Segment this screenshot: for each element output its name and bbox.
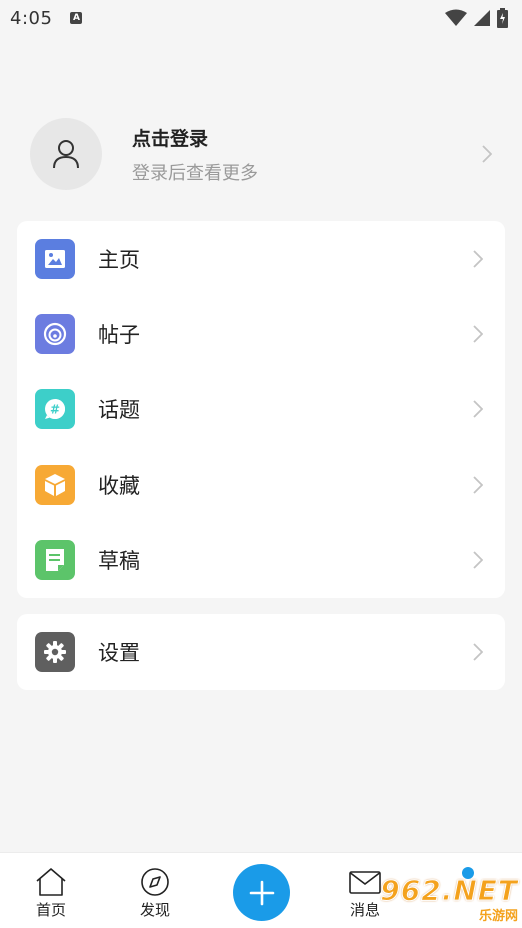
watermark-logo: 962.NET 乐游网	[380, 872, 518, 926]
box-icon	[35, 464, 75, 505]
home-icon	[36, 868, 66, 896]
document-icon	[35, 540, 75, 581]
menu-card: 主页 帖子 # 话题 收藏 草稿	[17, 221, 505, 598]
chevron-right-icon	[473, 250, 483, 268]
menu-item-home[interactable]: 主页	[17, 221, 505, 296]
login-row[interactable]: 点击登录 登录后查看更多	[0, 114, 522, 194]
settings-card: 设置	[17, 614, 505, 690]
nav-discover-label: 发现	[139, 901, 170, 919]
nav-home[interactable]: 首页	[34, 867, 68, 920]
menu-item-settings[interactable]: 设置	[17, 614, 505, 690]
nav-messages[interactable]: 消息	[348, 867, 382, 920]
menu-item-drafts[interactable]: 草稿	[17, 523, 505, 598]
menu-item-label: 主页	[98, 247, 140, 272]
status-time: 4:05	[10, 7, 53, 29]
mail-icon	[349, 871, 381, 894]
menu-item-label: 收藏	[98, 473, 140, 498]
gear-icon	[35, 632, 75, 672]
chevron-right-icon	[473, 643, 483, 661]
menu-item-label: 帖子	[98, 323, 140, 348]
plus-icon	[249, 880, 274, 905]
avatar[interactable]	[30, 118, 102, 190]
menu-item-label: 设置	[98, 641, 140, 665]
status-bar: 4:05 A	[0, 0, 522, 36]
user-icon	[53, 140, 79, 169]
chevron-right-icon	[473, 325, 483, 343]
menu-item-posts[interactable]: 帖子	[17, 296, 505, 371]
chevron-right-icon	[482, 145, 492, 163]
status-icons	[445, 8, 508, 28]
chevron-right-icon	[473, 400, 483, 419]
menu-item-label: 草稿	[98, 549, 140, 574]
chevron-right-icon	[473, 551, 483, 569]
nav-home-label: 首页	[35, 901, 66, 919]
login-subtitle: 登录后查看更多	[132, 162, 258, 184]
login-title[interactable]: 点击登录	[132, 124, 258, 151]
nav-discover[interactable]: 发现	[139, 867, 171, 920]
menu-item-favorites[interactable]: 收藏	[17, 447, 505, 522]
svg-text:#: #	[50, 403, 60, 417]
notification-icon: A	[70, 12, 83, 24]
watermark-logo-text: 962.NET	[380, 874, 518, 908]
menu-item-label: 话题	[98, 398, 140, 423]
chevron-right-icon	[473, 476, 483, 494]
wifi-icon	[445, 9, 467, 26]
image-icon	[35, 238, 75, 279]
signal-icon	[474, 10, 490, 26]
compass-icon	[141, 868, 169, 896]
nav-messages-label: 消息	[349, 901, 380, 919]
menu-item-topics[interactable]: # 话题	[17, 372, 505, 447]
add-post-button[interactable]	[233, 864, 290, 921]
battery-icon	[497, 8, 508, 28]
watermark-sub: 乐游网	[478, 909, 518, 924]
spiral-icon	[35, 314, 75, 355]
hash-chat-icon: #	[35, 389, 75, 430]
